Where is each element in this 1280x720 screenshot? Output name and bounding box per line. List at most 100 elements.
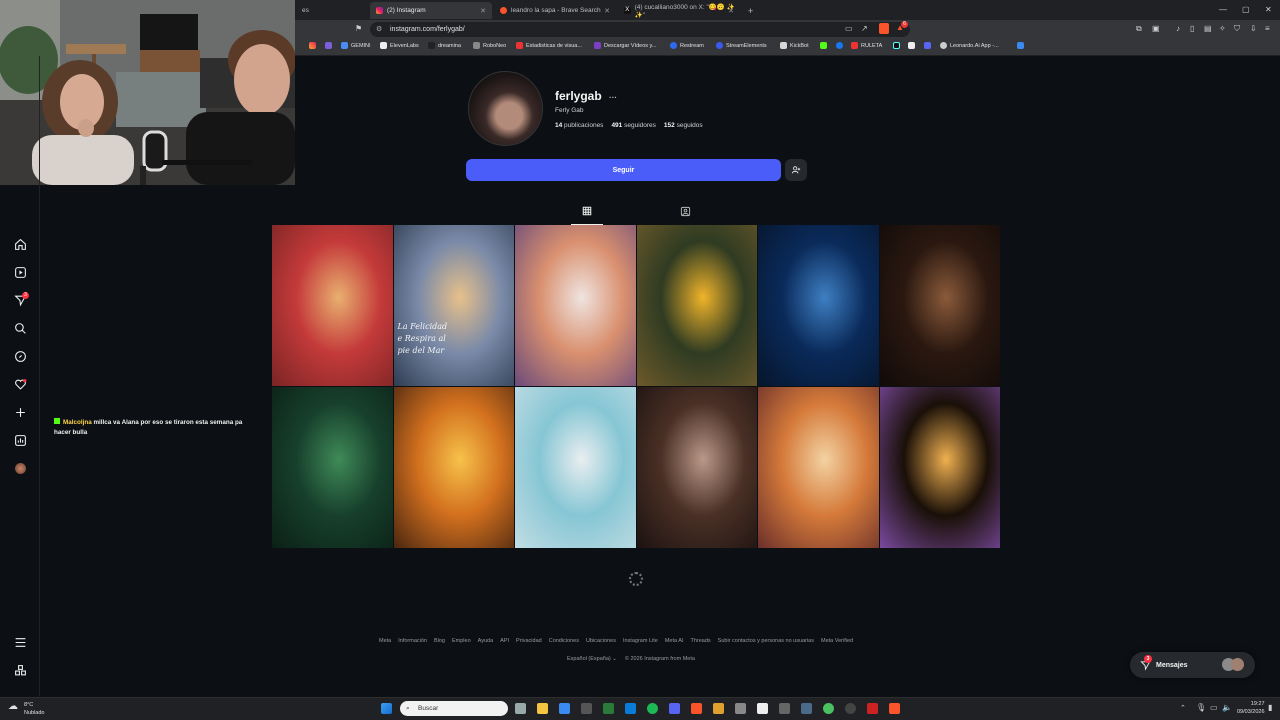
footer-link[interactable]: Condiciones	[549, 638, 579, 644]
close-icon[interactable]: ✕	[728, 7, 734, 15]
language-select[interactable]: Español (España) ⌄	[567, 656, 617, 662]
bookmark-gemini[interactable]: GEMINI	[341, 42, 371, 49]
footer-link[interactable]: Ayuda	[478, 638, 494, 644]
close-icon[interactable]: ✕	[480, 7, 486, 15]
reels-icon[interactable]	[13, 265, 27, 279]
bookmark-roboneo[interactable]: RoboNeo	[473, 42, 506, 49]
post-space-planet[interactable]	[758, 225, 879, 386]
close-window-icon[interactable]: ✕	[1265, 5, 1272, 14]
followers-stat[interactable]: 491 seguidores	[611, 122, 655, 129]
explore-icon[interactable]	[13, 349, 27, 363]
app-icon[interactable]	[801, 703, 812, 714]
start-icon[interactable]	[381, 703, 392, 714]
tab-posts[interactable]	[571, 206, 603, 225]
tab-x-post[interactable]: X (4) cucalliano3000 on X: "😋🙃 ✨ ✨" ✕	[618, 2, 740, 19]
post-night-street[interactable]	[879, 225, 1000, 386]
reading-icon[interactable]: ▤	[1204, 24, 1212, 33]
new-tab-button[interactable]: +	[742, 2, 756, 19]
profile-avatar[interactable]	[13, 461, 27, 475]
post-sunset-sea-quote[interactable]: La Felicidad e Respira al pie del Mar	[393, 225, 514, 386]
post-leaves-cat[interactable]	[272, 387, 393, 548]
app-icon[interactable]	[735, 703, 746, 714]
footer-link[interactable]: Blog	[434, 638, 445, 644]
tab-instagram[interactable]: (2) Instagram ✕	[370, 2, 492, 19]
post-daisies[interactable]	[515, 225, 636, 386]
taskbar-search[interactable]: ⌕ Buscar	[400, 701, 508, 716]
bookmark-stats[interactable]: Estadisticas de visua...	[516, 42, 582, 49]
volume-icon[interactable]: 🔈	[1222, 703, 1232, 712]
bookmark-instagram[interactable]	[309, 42, 319, 49]
app-icon[interactable]	[867, 703, 878, 714]
more-icon[interactable]	[13, 635, 27, 649]
menu-icon[interactable]: ≡	[1265, 24, 1270, 33]
app-icon[interactable]	[603, 703, 614, 714]
bookmark-last[interactable]	[1017, 42, 1027, 49]
dashboard-icon[interactable]	[13, 433, 27, 447]
brave-active-icon[interactable]	[889, 703, 900, 714]
extensions-icon[interactable]: ⧉	[1136, 24, 1142, 34]
sidebar-icon[interactable]: ▯	[1190, 24, 1194, 33]
discord-icon[interactable]	[669, 703, 680, 714]
bookmark-b[interactable]	[908, 42, 918, 49]
post-candles-flowers[interactable]	[879, 387, 1000, 548]
share-icon[interactable]: ↗	[861, 24, 868, 33]
following-stat[interactable]: 152 seguidos	[664, 122, 703, 129]
bookmark-icon[interactable]: ⚑	[355, 24, 362, 33]
footer-link[interactable]: Meta	[379, 638, 391, 644]
minimize-icon[interactable]: —	[1219, 5, 1227, 14]
leo-icon[interactable]: ✧	[1219, 24, 1226, 33]
footer-link[interactable]: Meta AI	[665, 638, 684, 644]
app-icon[interactable]	[625, 703, 636, 714]
post-tear-eye[interactable]	[636, 387, 757, 548]
profile-picture[interactable]	[468, 71, 543, 146]
bookmark-downloader[interactable]: Descargar Vídeos y...	[594, 42, 656, 49]
network-icon[interactable]: ▭	[1210, 703, 1218, 712]
notifications-icon[interactable]: ▮	[1268, 703, 1272, 712]
wallet-icon[interactable]: ▣	[1152, 24, 1160, 33]
post-balloon-clouds[interactable]	[758, 387, 879, 548]
spotify-icon[interactable]	[647, 703, 658, 714]
footer-link[interactable]: Subir contactos y personas no usuarias	[718, 638, 814, 644]
bookmark-elevenlabs[interactable]: ElevenLabs	[380, 42, 419, 49]
app-icon[interactable]	[581, 703, 592, 714]
search-icon[interactable]	[13, 321, 27, 335]
app-icon[interactable]	[713, 703, 724, 714]
brave-shield-icon[interactable]	[879, 23, 889, 34]
messages-button[interactable]: 3 Mensajes	[1130, 652, 1255, 678]
bookmark-dreamina[interactable]: dreamina	[428, 42, 461, 49]
footer-link[interactable]: Instagram Lite	[623, 638, 658, 644]
follow-button[interactable]: Seguir	[466, 159, 781, 181]
footer-link[interactable]: Threads	[690, 638, 710, 644]
bookmark-ruleta[interactable]: RULETA	[851, 42, 882, 49]
maximize-icon[interactable]: ▢	[1242, 5, 1250, 14]
app-icon[interactable]	[757, 703, 768, 714]
bookmark-kick[interactable]	[820, 42, 830, 49]
site-info-icon[interactable]: ⚙	[376, 22, 382, 37]
meta-icon[interactable]	[13, 663, 27, 677]
vpn-icon[interactable]: ⛉	[1234, 24, 1240, 34]
music-icon[interactable]: ♪	[1176, 24, 1180, 33]
options-icon[interactable]: ···	[609, 93, 617, 102]
post-drink[interactable]	[272, 225, 393, 386]
app-icon[interactable]	[845, 703, 856, 714]
download-icon[interactable]: ⇩	[1250, 24, 1257, 33]
app-icon[interactable]	[559, 703, 570, 714]
bookmark-leonardo[interactable]: Leonardo.Ai App -...	[940, 42, 999, 49]
post-beach-sunset[interactable]	[393, 387, 514, 548]
tab-previous[interactable]: es	[296, 2, 366, 19]
tab-tagged[interactable]	[669, 206, 701, 225]
footer-link[interactable]: Privacidad	[516, 638, 542, 644]
home-icon[interactable]	[13, 237, 27, 251]
bookmark-kickbot[interactable]: KickBot	[780, 42, 809, 49]
bookmark-discord[interactable]	[924, 42, 934, 49]
address-bar[interactable]: ⚙ instagram.com/ferlygab/	[370, 22, 910, 37]
task-view-icon[interactable]	[515, 703, 526, 714]
notifications-icon[interactable]	[13, 377, 27, 391]
suggested-accounts-button[interactable]	[785, 159, 807, 181]
bookmark-icon-only[interactable]	[325, 42, 335, 49]
app-icon[interactable]	[779, 703, 790, 714]
post-starfish[interactable]	[515, 387, 636, 548]
file-explorer-icon[interactable]	[537, 703, 548, 714]
weather-widget[interactable]: ☁ 8°C Nublado	[8, 701, 45, 717]
footer-link[interactable]: API	[500, 638, 509, 644]
